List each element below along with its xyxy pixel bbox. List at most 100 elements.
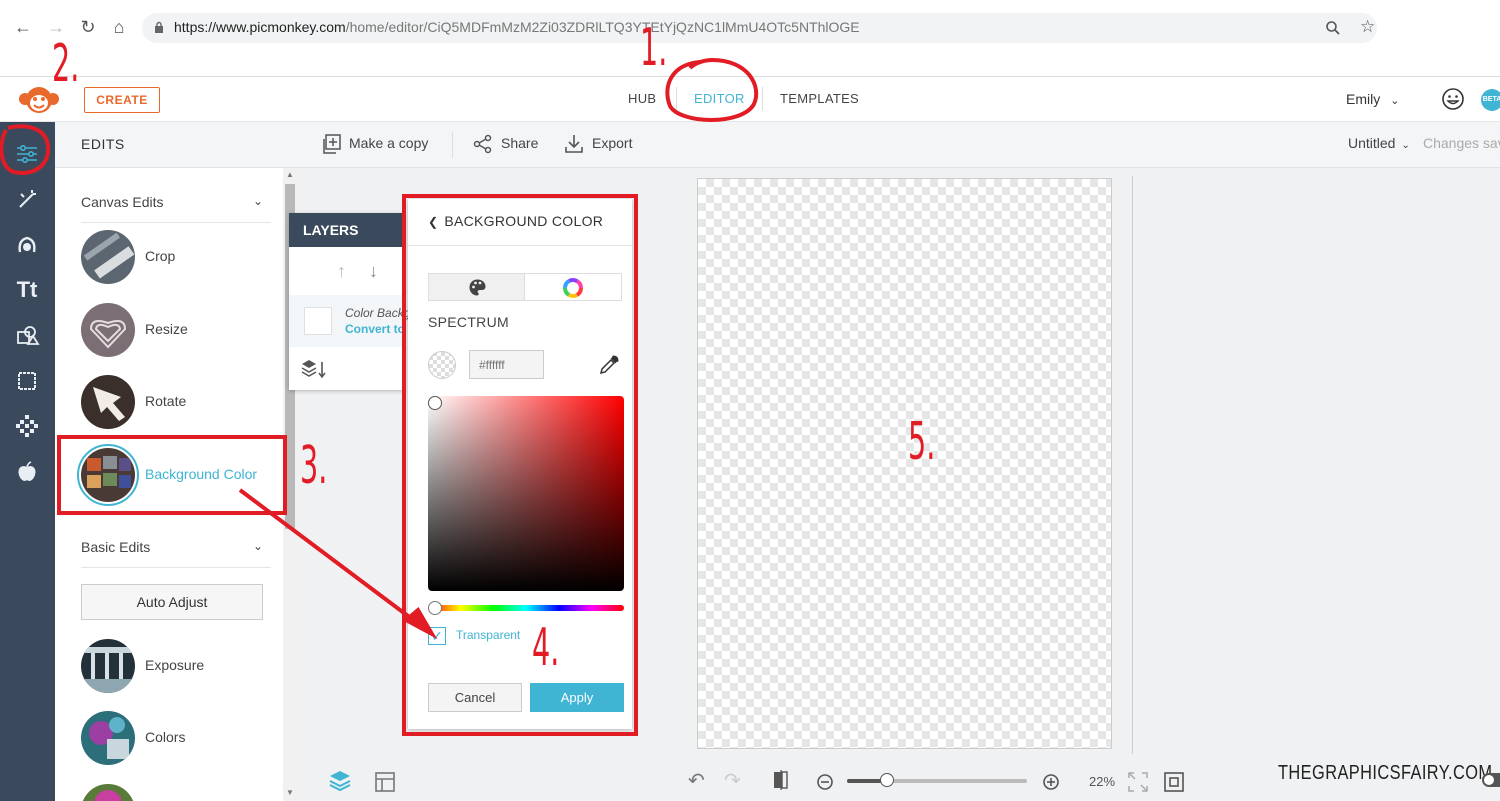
transparent-checkbox[interactable]: ✓ [428,627,446,645]
popup-title: BACKGROUND COLOR [444,213,604,229]
toggle-switch[interactable] [1482,773,1500,787]
graphics-icon[interactable] [13,322,41,350]
popup-back[interactable]: ❮ BACKGROUND COLOR [428,213,603,229]
frames-icon[interactable] [13,367,41,395]
chevron-down-icon: ⌄ [1401,140,1410,151]
picmonkey-logo-icon[interactable] [18,85,60,115]
tool-rotate[interactable]: Rotate [81,375,271,431]
grid-layout-icon[interactable] [374,771,396,793]
section-divider [81,567,271,568]
section-canvas-edits[interactable]: Canvas Edits [81,194,163,210]
layers-icon[interactable] [329,770,351,792]
tab-hub[interactable]: HUB [628,91,656,106]
move-layer-down-icon[interactable]: ↓ [369,261,378,282]
tool-colors[interactable]: Colors [81,711,271,767]
chevron-left-icon: ❮ [428,215,439,229]
background-color-popup: ❮ BACKGROUND COLOR SPECTRUM ✓ Transparent… [408,199,632,729]
user-menu[interactable]: Emily ⌄ [1346,91,1399,107]
spectrum-tab[interactable] [525,273,622,301]
layer-row[interactable]: Color Background Convert to image [289,295,443,347]
tool-label: Colors [145,729,186,745]
make-copy-button[interactable]: Make a copy [349,135,428,151]
share-button[interactable]: Share [501,135,538,151]
edits-sliders-icon[interactable] [13,140,41,168]
saturation-value-picker[interactable] [428,396,624,591]
fit-screen-icon[interactable] [1127,771,1149,793]
edits-panel-header: EDITS [55,122,298,168]
text-icon[interactable]: Tt [13,276,41,304]
textures-icon[interactable] [13,412,41,440]
editor-toolbar: Make a copy Share Export Untitled ⌄ Chang… [298,122,1500,168]
cancel-button[interactable]: Cancel [428,683,522,712]
background-color-thumbnail [81,448,135,502]
layers-header[interactable]: LAYERS [289,213,404,247]
flip-icon[interactable] [770,769,792,791]
edits-title: EDITS [81,136,125,152]
canvas-transparent[interactable] [697,178,1112,749]
app-header: CREATE HUB EDITOR TEMPLATES Emily ⌄ BETA [0,76,1500,122]
hex-color-input[interactable] [469,350,544,379]
zoom-icon[interactable] [1325,20,1341,36]
fullscreen-icon[interactable] [1163,771,1185,793]
eyedropper-icon[interactable] [598,354,620,376]
smiley-icon[interactable] [1441,87,1465,111]
tool-label: Rotate [145,393,187,409]
tab-editor[interactable]: EDITOR [694,91,745,106]
export-button[interactable]: Export [592,135,632,151]
share-icon[interactable] [472,133,494,155]
hue-slider[interactable] [428,605,624,611]
undo-icon[interactable]: ↶ [688,768,710,792]
bookmark-star-icon[interactable]: ☆ [1360,17,1375,37]
chevron-down-icon[interactable]: ⌄ [253,539,263,553]
tool-label: Exposure [145,657,205,673]
scroll-up-icon[interactable]: ▲ [286,170,294,179]
magic-wand-icon[interactable] [13,186,41,214]
url-text: https://www.picmonkey.com/home/editor/Ci… [174,19,860,35]
zoom-slider-handle[interactable] [879,773,894,787]
move-layer-up-icon[interactable]: ↑ [337,261,346,282]
zoom-in-icon[interactable] [1040,771,1062,793]
transparent-label[interactable]: Transparent [456,628,520,642]
rotate-thumbnail [81,375,135,429]
copy-icon[interactable] [320,133,342,155]
touch-up-face-icon[interactable] [13,232,41,260]
tab-templates[interactable]: TEMPLATES [780,91,859,106]
tab-divider [762,87,763,111]
tool-next-partial[interactable] [81,784,271,801]
layers-panel: LAYERS ↑ ↓ Color Background Convert to i… [289,213,443,390]
section-divider [81,222,271,223]
export-icon[interactable] [563,133,585,155]
zoom-slider[interactable] [847,779,1027,783]
address-bar[interactable]: https://www.picmonkey.com/home/editor/Ci… [142,13,1377,43]
save-status: Changes saved [1423,135,1500,151]
apply-button[interactable]: Apply [530,683,624,712]
tool-crop[interactable]: Crop [81,230,271,286]
tool-label: Crop [145,248,176,264]
back-icon[interactable]: ← [12,16,34,38]
redo-icon[interactable]: ↷ [724,768,746,792]
document-title[interactable]: Untitled ⌄ [1348,135,1410,151]
auto-adjust-button[interactable]: Auto Adjust [81,584,263,620]
tool-exposure[interactable]: Exposure [81,639,271,695]
crop-thumbnail [81,230,135,284]
palette-tab[interactable] [428,273,525,301]
home-icon[interactable]: ⌂ [108,16,130,38]
chevron-down-icon[interactable]: ⌄ [253,194,263,208]
tool-resize[interactable]: Resize [81,303,271,359]
popup-divider [408,245,632,246]
canvas-edge-line [1132,176,1133,754]
beta-badge[interactable]: BETA [1481,89,1500,111]
reload-icon[interactable]: ↻ [77,16,99,38]
layer-sort-icon[interactable] [301,359,327,379]
create-button[interactable]: CREATE [84,87,160,113]
current-color-swatch [428,351,456,379]
section-basic-edits[interactable]: Basic Edits [81,539,150,555]
hue-handle[interactable] [428,601,442,615]
themes-apple-icon[interactable] [13,458,41,486]
edits-panel: Canvas Edits ⌄ Crop Resize Rotate Backgr… [55,168,283,801]
saturation-handle[interactable] [428,396,442,410]
scroll-down-icon[interactable]: ▼ [286,788,294,797]
tool-background-color[interactable]: Background Color [77,444,271,506]
zoom-out-icon[interactable] [814,771,836,793]
forward-icon[interactable]: → [45,16,67,38]
